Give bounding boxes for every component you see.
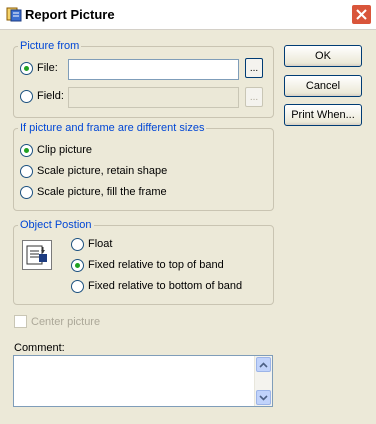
comment-textarea[interactable]	[13, 355, 273, 407]
comment-label: Comment:	[14, 342, 65, 354]
center-picture-checkbox	[14, 315, 27, 328]
print-when-button[interactable]: Print When...	[284, 104, 362, 126]
clip-picture-radio[interactable]	[20, 143, 33, 157]
picture-from-legend: Picture from	[18, 39, 82, 53]
scale-retain-label: Scale picture, retain shape	[37, 165, 168, 177]
center-picture-label: Center picture	[31, 315, 101, 328]
scale-fill-option[interactable]: Scale picture, fill the frame	[20, 184, 167, 200]
chevron-down-icon	[259, 394, 268, 401]
title-bar: Report Picture	[0, 0, 376, 30]
object-position-legend: Object Postion	[18, 218, 94, 232]
scroll-up-button[interactable]	[256, 357, 271, 372]
close-icon	[356, 9, 367, 20]
scale-retain-option[interactable]: Scale picture, retain shape	[20, 163, 167, 179]
float-label: Float	[88, 238, 113, 250]
chevron-up-icon	[259, 361, 268, 368]
comment-scrollbar[interactable]	[254, 356, 272, 406]
fixed-top-option[interactable]: Fixed relative to top of band	[71, 257, 224, 273]
clip-picture-option[interactable]: Clip picture	[20, 142, 92, 158]
close-button[interactable]	[351, 4, 372, 25]
scale-retain-radio[interactable]	[20, 164, 33, 178]
report-designer-icon	[6, 6, 22, 22]
window-title: Report Picture	[25, 7, 115, 22]
clip-picture-label: Clip picture	[37, 144, 93, 156]
file-path-input[interactable]	[68, 59, 239, 80]
scroll-down-button[interactable]	[256, 390, 271, 405]
cancel-button[interactable]: Cancel	[284, 75, 362, 97]
field-input	[68, 87, 239, 108]
scale-fill-radio[interactable]	[20, 185, 33, 199]
fixed-bottom-option[interactable]: Fixed relative to bottom of band	[71, 278, 242, 294]
fixed-top-radio[interactable]	[71, 258, 84, 272]
file-radio-button[interactable]	[20, 61, 33, 75]
field-radio[interactable]: Field:	[20, 88, 64, 104]
float-option[interactable]: Float	[71, 236, 112, 252]
file-browse-button[interactable]: ...	[245, 58, 263, 78]
field-radio-button[interactable]	[20, 89, 33, 103]
field-radio-label: Field:	[37, 90, 64, 102]
field-browse-button: ...	[245, 87, 263, 107]
object-position-icon	[22, 240, 52, 270]
center-picture-option: Center picture	[14, 315, 100, 328]
float-radio[interactable]	[71, 237, 84, 251]
fixed-bottom-label: Fixed relative to bottom of band	[88, 280, 243, 292]
file-radio-label: File:	[37, 62, 58, 74]
fixed-top-label: Fixed relative to top of band	[88, 259, 224, 271]
scale-fill-label: Scale picture, fill the frame	[37, 186, 167, 198]
file-radio[interactable]: File:	[20, 60, 58, 76]
sizes-legend: If picture and frame are different sizes	[18, 121, 207, 135]
fixed-bottom-radio[interactable]	[71, 279, 84, 293]
ok-button[interactable]: OK	[284, 45, 362, 67]
